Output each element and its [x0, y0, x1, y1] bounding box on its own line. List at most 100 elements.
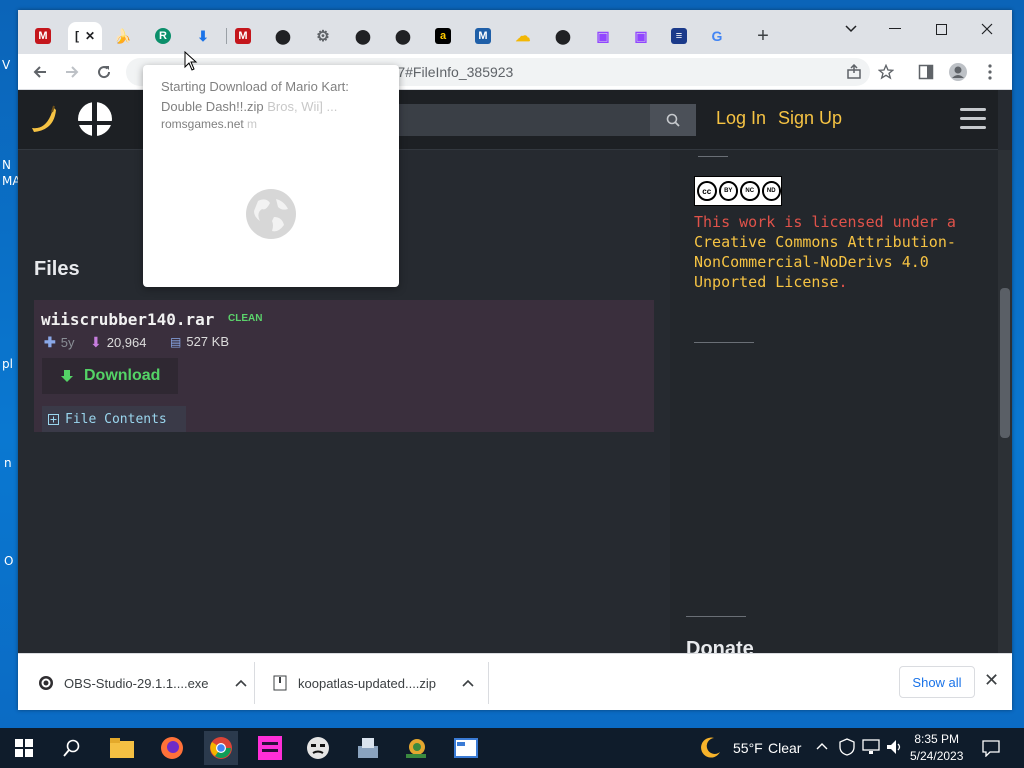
- maximize-button[interactable]: [918, 14, 964, 44]
- license-link[interactable]: Creative Commons Attribution-NonCommerci…: [694, 233, 956, 291]
- banana-logo-icon[interactable]: [26, 102, 58, 134]
- cloud-favicon-icon: ☁: [515, 28, 531, 45]
- page-scrollbar[interactable]: [998, 150, 1012, 653]
- tab-m-blue[interactable]: M: [468, 22, 498, 50]
- weather-desc[interactable]: Clear: [768, 740, 801, 756]
- tab-github-1[interactable]: ⬤: [268, 22, 298, 50]
- file-age-value: 5y: [60, 335, 75, 350]
- divider: [686, 616, 746, 617]
- tab-search-button[interactable]: [828, 14, 874, 44]
- tab-r[interactable]: R: [148, 22, 178, 50]
- tools-icon: [358, 738, 378, 758]
- smash-logo-icon[interactable]: [78, 102, 112, 136]
- donate-heading: Donate: [686, 638, 754, 653]
- volume-icon[interactable]: [886, 739, 904, 755]
- close-icon: [981, 23, 993, 35]
- tab-m-2[interactable]: M: [228, 22, 258, 50]
- reload-button[interactable]: [92, 60, 116, 84]
- desktop-icon-label[interactable]: N: [2, 158, 11, 172]
- window-app-button[interactable]: [452, 734, 480, 762]
- system-clock[interactable]: 8:35 PM 5/24/2023: [910, 731, 963, 765]
- close-window-button[interactable]: [964, 14, 1010, 44]
- side-panel-button[interactable]: [914, 60, 938, 84]
- tab-twitch-1[interactable]: ▣: [588, 22, 618, 50]
- divider: [698, 156, 728, 157]
- file-explorer-button[interactable]: [108, 734, 136, 762]
- show-all-button[interactable]: Show all: [899, 666, 975, 698]
- clock-time: 8:35 PM: [914, 732, 960, 746]
- desktop-icon-label[interactable]: pl: [2, 357, 13, 371]
- file-downloads: ⬇ 20,964: [90, 334, 147, 351]
- file-card: wiiscrubber140.rar CLEAN ✚ 5y ⬇ 20,964 ▤…: [34, 300, 654, 432]
- download-item[interactable]: koopatlas-updated....zip: [272, 668, 474, 698]
- minimize-button[interactable]: [872, 14, 918, 44]
- chevron-up-icon[interactable]: [234, 679, 247, 687]
- tab-twitch-2[interactable]: ▣: [626, 22, 656, 50]
- tab-google[interactable]: G: [702, 22, 732, 50]
- tab-download[interactable]: ⬇: [188, 22, 218, 50]
- shield-icon[interactable]: [838, 738, 856, 756]
- search-button[interactable]: [58, 734, 86, 762]
- forward-button[interactable]: [60, 60, 84, 84]
- chevron-down-icon: [845, 25, 857, 33]
- close-downloads-bar-icon[interactable]: ✕: [984, 670, 999, 691]
- menu-button[interactable]: [978, 60, 1002, 84]
- download-item[interactable]: OBS-Studio-29.1.1....exe: [38, 668, 247, 698]
- login-link[interactable]: Log In: [716, 108, 766, 129]
- snail-app-button[interactable]: [402, 734, 430, 762]
- cc-license-badge[interactable]: cc BY NC ND: [694, 176, 782, 206]
- moon-weather-icon[interactable]: [700, 736, 722, 760]
- tab-m-1[interactable]: M: [28, 22, 58, 50]
- download-item-name: OBS-Studio-29.1.1....exe: [64, 675, 209, 691]
- tab-github-2[interactable]: ⬤: [348, 22, 378, 50]
- tab-github-4[interactable]: ⬤: [548, 22, 578, 50]
- scrollbar-thumb[interactable]: [1000, 288, 1010, 438]
- file-contents-label: File Contents: [65, 411, 167, 427]
- tab-blue[interactable]: ≡: [664, 22, 694, 50]
- desktop-icon-label[interactable]: V: [2, 58, 10, 72]
- tab-close-icon[interactable]: ✕: [85, 29, 95, 43]
- popup-title: Starting Download of Mario Kart: Double …: [161, 77, 381, 117]
- desktop-icon-label[interactable]: O: [4, 554, 13, 568]
- site-search-input[interactable]: .: [378, 104, 650, 136]
- chevron-up-icon[interactable]: [816, 742, 828, 750]
- share-button[interactable]: [842, 60, 866, 84]
- download-popup: Starting Download of Mario Kart: Double …: [143, 65, 399, 287]
- share-icon: [847, 64, 861, 79]
- file-name[interactable]: wiiscrubber140.rar: [41, 310, 214, 329]
- pink-app-button[interactable]: [256, 734, 284, 762]
- gear-favicon-icon: ⚙: [316, 28, 330, 45]
- tab-banana[interactable]: 🍌: [108, 22, 138, 50]
- tab-cloud[interactable]: ☁: [508, 22, 538, 50]
- chrome-button[interactable]: [204, 731, 238, 765]
- tab-a[interactable]: a: [428, 22, 458, 50]
- start-button[interactable]: [10, 734, 38, 762]
- site-search-button[interactable]: [650, 104, 696, 136]
- chevron-up-icon[interactable]: [462, 679, 474, 687]
- popup-site: romsgames.net m: [161, 117, 257, 131]
- tab-gear[interactable]: ⚙: [308, 22, 338, 50]
- signup-link[interactable]: Sign Up: [778, 108, 842, 129]
- star-icon: [878, 64, 894, 80]
- desktop-icon-label[interactable]: n: [4, 456, 12, 470]
- bookmark-button[interactable]: [874, 60, 898, 84]
- license-text: This work is licensed under a Creative C…: [694, 212, 970, 292]
- character-app-button[interactable]: [304, 734, 332, 762]
- network-icon[interactable]: [862, 739, 880, 755]
- weather-temp[interactable]: 55°F: [733, 740, 763, 756]
- sidebar: cc BY NC ND This work is licensed under …: [670, 150, 998, 653]
- search-icon: [666, 113, 680, 127]
- twitch-favicon-icon: ▣: [634, 27, 648, 44]
- back-button[interactable]: [28, 60, 52, 84]
- tools-app-button[interactable]: [354, 734, 382, 762]
- new-tab-button[interactable]: +: [748, 22, 778, 50]
- profile-button[interactable]: [946, 60, 970, 84]
- firefox-button[interactable]: [158, 734, 186, 762]
- download-button[interactable]: Download: [42, 358, 178, 394]
- tab-active[interactable]: [ ✕: [68, 22, 102, 50]
- file-contents-button[interactable]: File Contents: [42, 406, 186, 432]
- tab-github-3[interactable]: ⬤: [388, 22, 418, 50]
- divider: [694, 342, 754, 343]
- notification-icon[interactable]: [982, 739, 1000, 757]
- hamburger-menu-icon[interactable]: [960, 108, 986, 132]
